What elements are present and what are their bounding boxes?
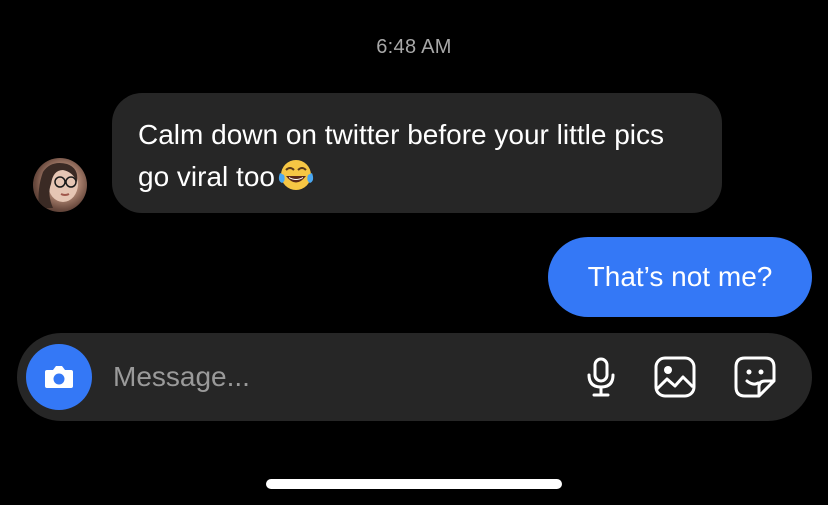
incoming-message-text: Calm down on twitter before your little … [138, 119, 664, 192]
sticker-button[interactable] [731, 353, 779, 401]
image-icon [654, 356, 696, 398]
microphone-icon [587, 357, 615, 397]
outgoing-message-bubble[interactable]: That’s not me? [548, 237, 812, 317]
incoming-message-bubble[interactable]: Calm down on twitter before your little … [112, 93, 722, 213]
microphone-button[interactable] [577, 353, 625, 401]
message-input[interactable] [113, 357, 533, 397]
message-composer [17, 333, 812, 421]
sticker-icon [734, 356, 776, 398]
outgoing-message-text: That’s not me? [587, 261, 773, 292]
camera-button[interactable] [26, 344, 92, 410]
avatar-photo [38, 163, 78, 208]
home-indicator[interactable] [266, 479, 562, 489]
sender-avatar[interactable] [33, 158, 87, 212]
gallery-button[interactable] [651, 353, 699, 401]
camera-icon [45, 366, 73, 388]
laughing-tears-emoji-icon [276, 155, 316, 195]
message-timestamp: 6:48 AM [376, 36, 452, 58]
